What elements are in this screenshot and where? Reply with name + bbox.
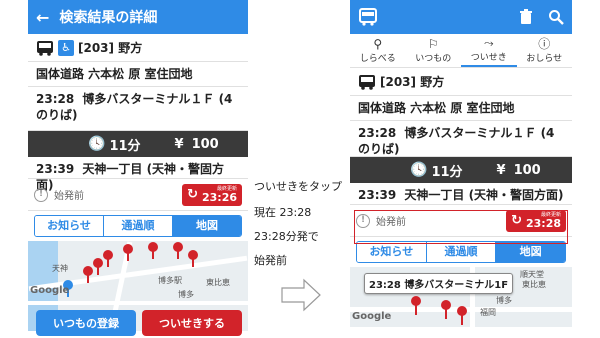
map-pin-7	[188, 250, 198, 267]
map-pin-1	[411, 296, 421, 315]
right-arrow-icon	[281, 278, 321, 312]
arrival-row: 23:39 天神一丁目 (天神・警固方面)	[350, 183, 572, 205]
tracking-icon: ⤳	[483, 36, 494, 50]
yen-icon: ¥	[496, 162, 506, 178]
trash-icon[interactable]	[518, 9, 534, 25]
map-pin-3	[103, 250, 113, 267]
info-icon: ⓘ	[538, 37, 551, 51]
bus-stop-icon: ⚐	[427, 37, 439, 51]
map-pin-2	[441, 300, 451, 319]
bus-app-icon	[358, 8, 378, 26]
departure-time: 23:28	[358, 126, 397, 140]
route-row: [203] 野方	[350, 68, 572, 96]
instruction-line-1: ついせきをタップ	[254, 180, 342, 193]
map-pin-2	[83, 266, 93, 283]
arrival-place: 天神一丁目 (天神・警固方面)	[404, 188, 564, 202]
page-title: 検索結果の詳細	[59, 10, 158, 26]
exclamation-icon: !	[34, 187, 48, 202]
refresh-icon: ↻	[187, 187, 198, 202]
left-phone-screen: ← 検索結果の詳細 ♿ [203] 野方 国体道路 六本松 原 室住団地 23:…	[28, 0, 248, 338]
google-logo: Google	[30, 285, 70, 296]
map-view[interactable]: 順天堂 東比恵 博多 福岡 23:28 博多バスターミナル1F Google	[350, 267, 572, 327]
clock-icon: 🕓	[88, 136, 106, 152]
highlight-frame	[354, 210, 568, 244]
duration-value: 11分	[109, 138, 141, 154]
tab-notices[interactable]: ⓘ おしらせ	[517, 34, 573, 67]
arrival-time: 23:39	[36, 162, 75, 176]
route-via: 国体道路 六本松 原 室住団地	[28, 62, 248, 87]
departure-row: 23:28 博多バスターミナル１Ｆ (4のりば)	[350, 121, 572, 157]
back-arrow-icon[interactable]: ←	[36, 8, 49, 27]
right-app-bar	[350, 0, 572, 34]
duration-fare-bar: 🕓 11分 ¥ 100	[350, 157, 572, 183]
tab-stops[interactable]: 通過順	[104, 216, 173, 236]
tab-map[interactable]: 地図	[173, 216, 241, 236]
bus-icon	[36, 40, 54, 56]
instruction-line-3: 23:28分発で	[254, 230, 319, 243]
tab-notice[interactable]: お知らせ	[357, 242, 427, 262]
tab-stops[interactable]: 通過順	[426, 242, 497, 262]
departure-row: 23:28 博多バスターミナル１Ｆ (4のりば)	[28, 87, 248, 131]
route-number: [203] 野方	[78, 41, 143, 55]
register-favorite-button[interactable]: いつもの登録	[36, 310, 136, 336]
magnifier-icon: ⚲	[373, 37, 383, 51]
clock-icon: 🕓	[410, 162, 428, 178]
route-number: [203] 野方	[380, 75, 445, 89]
duration-fare-bar: 🕓 11分 ¥ 100	[28, 131, 248, 157]
map-pin-1	[93, 258, 103, 275]
tab-map[interactable]: 地図	[496, 242, 565, 262]
search-icon[interactable]	[548, 9, 564, 25]
detail-tabs: お知らせ 通過順 地図	[34, 215, 242, 237]
map-pin-5	[148, 242, 158, 259]
google-logo: Google	[352, 311, 392, 322]
yen-icon: ¥	[174, 136, 184, 152]
left-app-bar: ← 検索結果の詳細	[28, 0, 248, 34]
track-button[interactable]: ついせきする	[142, 310, 242, 336]
route-via: 国体道路 六本松 原 室住団地	[350, 96, 572, 121]
instruction-line-4: 始発前	[254, 254, 287, 267]
detail-tabs: お知らせ 通過順 地図	[356, 241, 566, 263]
route-row: ♿ [203] 野方	[28, 34, 248, 62]
wheelchair-icon: ♿	[58, 39, 74, 56]
arrival-time: 23:39	[358, 188, 397, 202]
bus-icon	[358, 74, 376, 90]
map-pin-6	[173, 242, 183, 259]
arrival-row: 23:39 天神一丁目 (天神・警固方面)	[28, 157, 248, 192]
status-row: ! 始発前 ↻ 最終更新 23:26	[28, 179, 248, 211]
fare-value: 100	[191, 136, 219, 152]
last-updated-time: 23:26	[201, 190, 237, 204]
status-text: 始発前	[54, 191, 84, 202]
tab-notice[interactable]: お知らせ	[35, 216, 104, 236]
tab-favorites[interactable]: ⚐ いつもの	[406, 34, 462, 67]
main-nav-tabs: ⚲ しらべる ⚐ いつもの ⤳ ついせき ⓘ おしらせ	[350, 34, 572, 68]
duration-value: 11分	[431, 164, 463, 180]
map-pin-4	[123, 244, 133, 261]
map-pin-3	[457, 306, 467, 325]
tab-tracking[interactable]: ⤳ ついせき	[461, 34, 517, 67]
fare-value: 100	[513, 162, 541, 178]
departure-time: 23:28	[36, 92, 75, 106]
refresh-button[interactable]: ↻ 最終更新 23:26	[182, 183, 242, 206]
right-phone-screen: ⚲ しらべる ⚐ いつもの ⤳ ついせき ⓘ おしらせ [203] 野方 国体道…	[350, 0, 572, 338]
instruction-line-2: 現在 23:28	[254, 206, 312, 219]
tab-search[interactable]: ⚲ しらべる	[350, 34, 406, 67]
